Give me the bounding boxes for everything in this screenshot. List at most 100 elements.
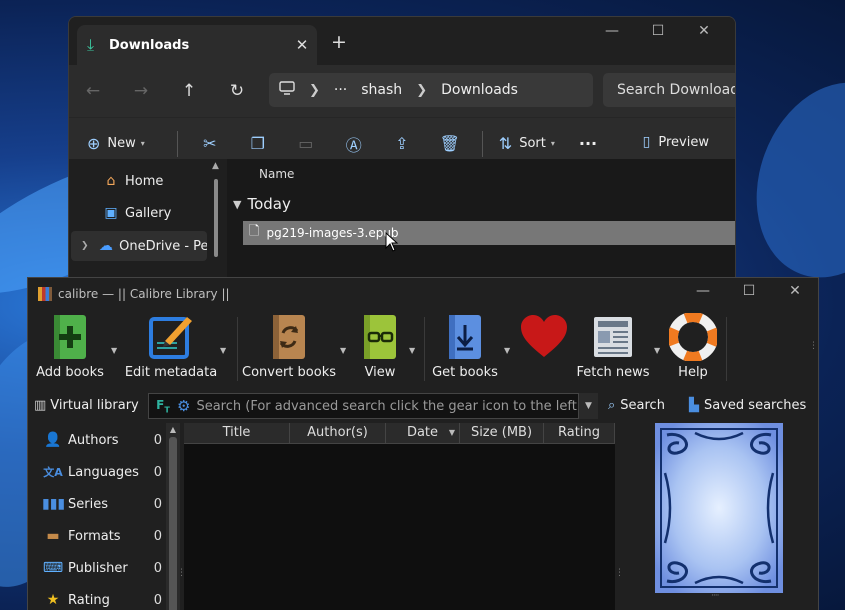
dropdown-arrow-icon[interactable]: ▼ — [111, 346, 117, 355]
tag-count: 0 — [153, 432, 162, 448]
dropdown-arrow-icon[interactable]: ▼ — [504, 346, 510, 355]
share-icon[interactable]: ⇪ — [378, 134, 426, 153]
monitor-icon — [279, 81, 295, 99]
toolbar-label: Add books — [36, 365, 104, 380]
file-row-epub[interactable]: 🗋 pg219-images-3.epub — [243, 221, 735, 245]
chevron-down-icon: ▼ — [233, 197, 242, 211]
scroll-up-icon[interactable]: ▲ — [166, 423, 180, 434]
maximize-button[interactable]: ☐ — [635, 23, 681, 39]
rename-icon[interactable]: Ⓐ — [330, 132, 378, 156]
full-text-search-icon[interactable]: FT — [149, 398, 177, 414]
splitter-handle[interactable]: ⋮ — [615, 568, 624, 578]
copy-icon[interactable]: ❐ — [234, 134, 282, 153]
maximize-button[interactable]: ☐ — [726, 283, 772, 299]
dropdown-arrow-icon[interactable]: ▼ — [340, 346, 346, 355]
preview-pane-icon: ▯ — [642, 134, 651, 150]
tab-close-button[interactable]: ✕ — [287, 36, 317, 54]
tag-item-formats[interactable]: ▬ Formats 0 — [42, 528, 162, 544]
chevron-right-icon: ❯ — [416, 82, 428, 98]
breadcrumb-downloads[interactable]: Downloads — [441, 82, 518, 98]
nav-item-home[interactable]: ⌂ Home — [101, 173, 164, 189]
cover-splitter-handle[interactable]: ···· — [711, 591, 720, 601]
gear-icon[interactable]: ⚙ — [177, 397, 190, 415]
cut-icon[interactable]: ✂ — [186, 134, 234, 153]
nav-scrollbar[interactable]: ▲ — [212, 161, 220, 295]
search-input[interactable]: FT ⚙ Search (For advanced search click t… — [148, 393, 598, 419]
edit-metadata-button[interactable]: Edit metadata — [125, 313, 217, 380]
home-icon: ⌂ — [106, 173, 116, 189]
tag-browser: 👤 Authors 0 文A Languages 0 ▮▮▮ Series 0 … — [28, 423, 166, 610]
back-button[interactable]: ← — [69, 81, 117, 101]
nav-item-gallery[interactable]: ▣ Gallery — [101, 205, 171, 221]
refresh-button[interactable]: ↻ — [213, 81, 261, 101]
dropdown-arrow-icon[interactable]: ▼ — [409, 346, 415, 355]
scroll-thumb[interactable] — [169, 437, 177, 610]
group-header-today[interactable]: ▼ Today — [233, 195, 291, 213]
explorer-body: ⌂ Home ▣ Gallery ❯ ☁ OneDrive - Per ▲ Na… — [69, 159, 735, 295]
close-button[interactable]: ✕ — [772, 283, 818, 299]
scroll-thumb[interactable] — [214, 179, 218, 257]
nav-item-onedrive[interactable]: ❯ ☁ OneDrive - Per — [71, 231, 207, 261]
file-name: pg219-images-3.epub — [266, 226, 399, 240]
column-header-size[interactable]: Size (MB) — [460, 423, 544, 443]
group-label: Today — [247, 195, 291, 213]
toolbar-label: Help — [678, 365, 708, 380]
donate-heart-button[interactable] — [518, 313, 570, 359]
tag-item-languages[interactable]: 文A Languages 0 — [42, 464, 162, 480]
dropdown-arrow-icon[interactable]: ▼ — [220, 346, 226, 355]
search-history-dropdown[interactable]: ▼ — [578, 393, 598, 419]
sort-button[interactable]: ⇅ Sort ▾ — [499, 134, 555, 153]
tag-item-rating[interactable]: ★ Rating 0 — [42, 592, 162, 608]
preview-button[interactable]: ▯ Preview — [643, 134, 709, 150]
minimize-button[interactable]: — — [680, 283, 726, 299]
book-list-table: Title Author(s) Date ▼ Size (MB) Rating — [184, 423, 615, 610]
breadcrumb-shash[interactable]: shash — [361, 82, 402, 98]
add-books-button[interactable]: Add books — [36, 313, 104, 380]
convert-books-icon — [273, 315, 305, 359]
help-button[interactable]: Help — [668, 313, 718, 380]
gallery-icon: ▣ — [104, 205, 118, 221]
chevron-right-icon: ❯ — [309, 82, 320, 98]
convert-books-button[interactable]: Convert books — [242, 313, 336, 380]
column-header-date[interactable]: Date ▼ — [386, 423, 460, 443]
fetch-news-button[interactable]: Fetch news — [576, 313, 650, 380]
delete-icon[interactable]: 🗑 — [426, 134, 474, 153]
tag-item-publisher[interactable]: ⌨ Publisher 0 — [42, 560, 162, 576]
default-cover-image — [655, 423, 783, 593]
tag-count: 0 — [153, 592, 162, 608]
get-books-button[interactable]: Get books — [432, 313, 498, 380]
toolbar-overflow-handle[interactable]: ⋮ — [809, 341, 818, 351]
close-button[interactable]: ✕ — [681, 23, 727, 39]
tag-item-authors[interactable]: 👤 Authors 0 — [42, 432, 162, 448]
forward-button[interactable]: → — [117, 81, 165, 101]
publisher-icon: ⌨ — [42, 560, 64, 576]
column-header-title[interactable]: Title — [184, 423, 290, 443]
up-button[interactable]: ↑ — [165, 81, 213, 101]
tag-browser-scrollbar[interactable]: ▲ — [166, 423, 180, 610]
tag-item-series[interactable]: ▮▮▮ Series 0 — [42, 496, 162, 512]
search-button[interactable]: ⌕ Search — [608, 398, 665, 413]
wallpaper-streak — [730, 60, 845, 300]
calibre-window: calibre — || Calibre Library || — ☐ ✕ Ad… — [27, 277, 819, 610]
virtual-library-button[interactable]: ▥ Virtual library — [34, 398, 139, 413]
new-button[interactable]: ⊕ New ▾ — [87, 134, 145, 153]
minimize-button[interactable]: — — [589, 23, 635, 39]
tag-count: 0 — [153, 528, 162, 544]
saved-searches-button[interactable]: ▙ Saved searches — [689, 398, 806, 413]
get-books-icon — [449, 315, 481, 359]
address-ellipsis[interactable]: ··· — [334, 82, 347, 98]
search-row: ▥ Virtual library FT ⚙ Search (For advan… — [28, 391, 818, 423]
tab-downloads[interactable]: ⤓ Downloads ✕ — [77, 25, 317, 65]
scroll-up-icon[interactable]: ▲ — [212, 161, 219, 171]
more-options-button[interactable]: ··· — [579, 134, 597, 153]
column-header-rating[interactable]: Rating — [544, 423, 615, 443]
column-name-header[interactable]: Name — [259, 167, 294, 181]
column-header-authors[interactable]: Author(s) — [290, 423, 386, 443]
search-input[interactable]: Search Downloads — [603, 73, 735, 107]
view-button[interactable]: View — [358, 313, 402, 380]
dropdown-arrow-icon[interactable]: ▼ — [654, 346, 660, 355]
address-bar[interactable]: ❯ ··· shash ❯ Downloads — [269, 73, 593, 107]
paste-icon[interactable]: ▭ — [282, 134, 330, 153]
download-icon: ⤓ — [87, 35, 95, 54]
new-tab-button[interactable]: + — [331, 31, 347, 53]
